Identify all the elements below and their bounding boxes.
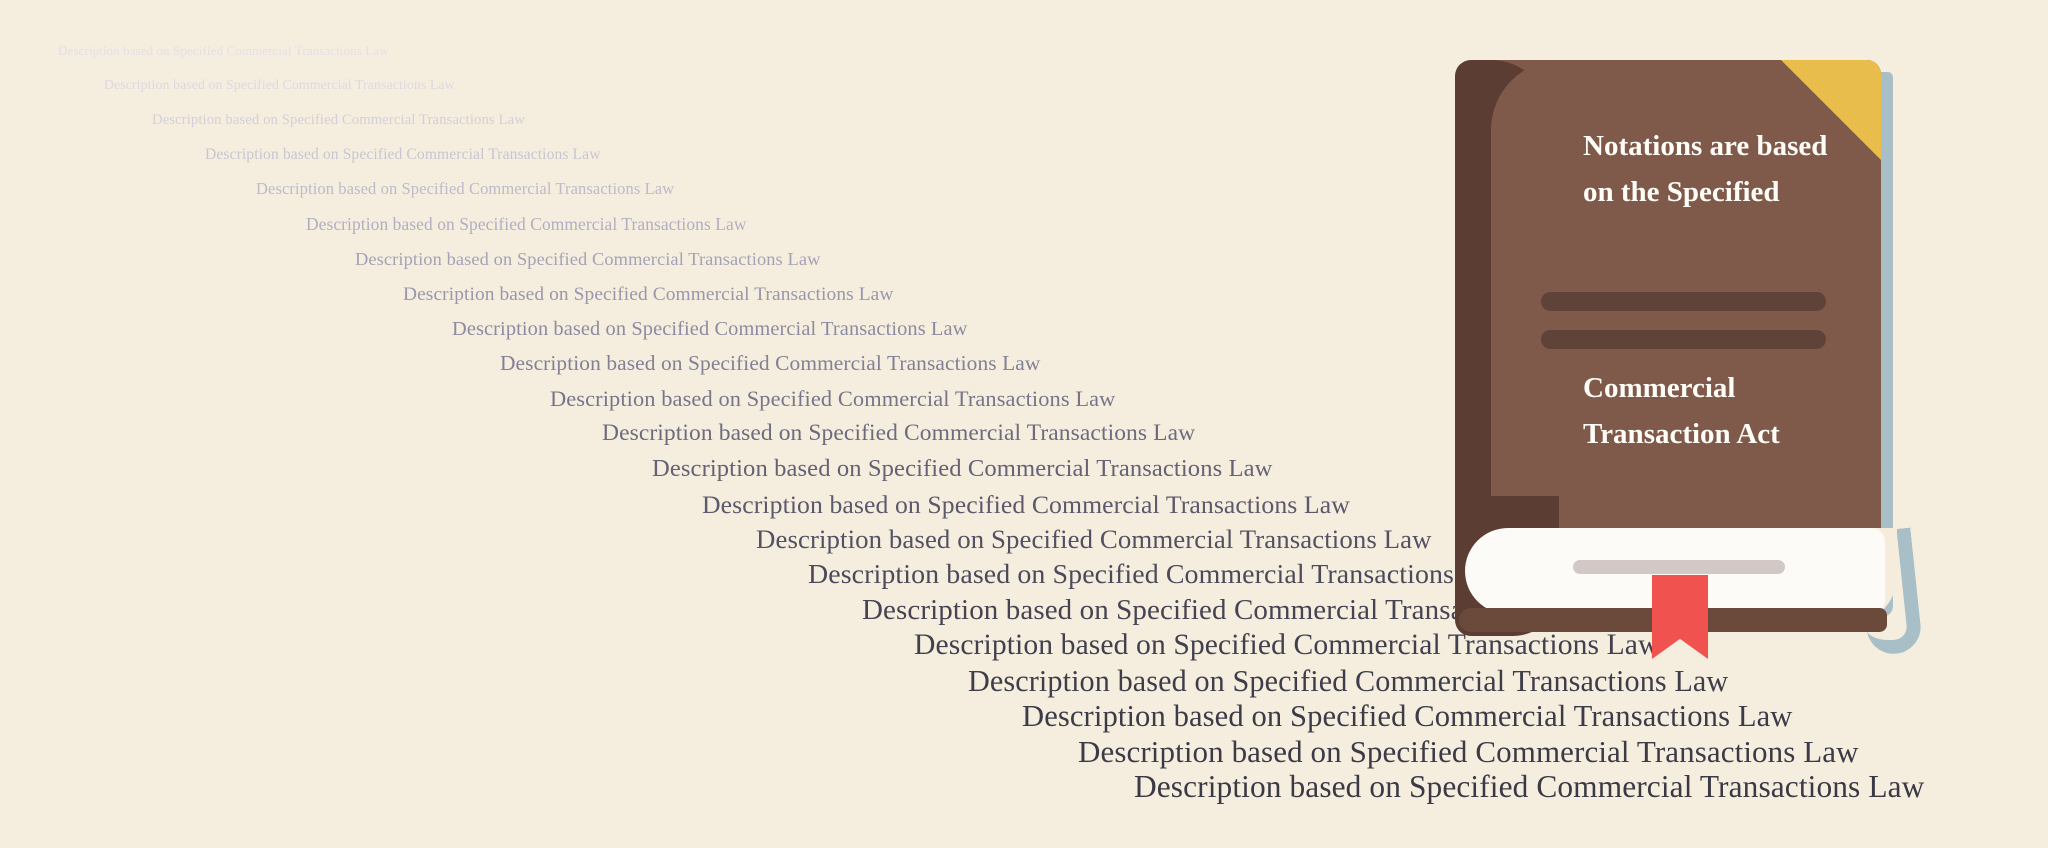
cascade-line: Description based on Specified Commercia… [452, 318, 968, 340]
book-illustration: Notations are based on the Specified Com… [1455, 60, 1924, 660]
cascade-line: Description based on Specified Commercia… [702, 490, 1350, 519]
book-title-line-3: Commercial [1583, 372, 1736, 404]
cascade-line: Description based on Specified Commercia… [104, 77, 455, 92]
cascade-line: Description based on Specified Commercia… [550, 386, 1116, 411]
cascade-line: Description based on Specified Commercia… [355, 249, 821, 269]
cascade-line: Description based on Specified Commercia… [1022, 699, 1793, 733]
cascade-line: Description based on Specified Commercia… [1134, 769, 1925, 804]
book-cover-bar-2 [1541, 330, 1826, 349]
page-root: Description based on Specified Commercia… [0, 0, 2048, 848]
cascade-line: Description based on Specified Commercia… [152, 112, 525, 128]
cascade-line: Description based on Specified Commercia… [58, 43, 389, 58]
book-pages-line [1573, 560, 1785, 574]
book-cover-bars [1541, 292, 1826, 368]
cascade-line: Description based on Specified Commercia… [256, 179, 675, 198]
bookmark-ribbon-icon [1652, 575, 1708, 659]
book-title-line-1: Notations are based [1583, 130, 1828, 162]
cascade-line: Description based on Specified Commercia… [205, 146, 601, 163]
cascade-line: Description based on Specified Commercia… [1078, 734, 1859, 769]
book-cover-bar-1 [1541, 292, 1826, 311]
cascade-line: Description based on Specified Commercia… [306, 214, 747, 234]
cascade-line: Description based on Specified Commercia… [756, 524, 1432, 554]
book-title-line-4: Transaction Act [1583, 417, 1780, 450]
cascade-line: Description based on Specified Commercia… [500, 351, 1041, 375]
cascade-line: Description based on Specified Commercia… [652, 455, 1273, 482]
book-title-bottom: Commercial Transaction Act [1583, 366, 1853, 458]
book-title-line-2: on the Specified [1583, 175, 1780, 208]
cascade-line: Description based on Specified Commercia… [403, 284, 894, 305]
book-title-top: Notations are based on the Specified [1583, 124, 1839, 216]
cascade-line: Description based on Specified Commercia… [968, 664, 1729, 698]
cascade-line: Description based on Specified Commercia… [602, 420, 1196, 446]
cascade-line: Description based on Specified Commercia… [808, 559, 1511, 590]
